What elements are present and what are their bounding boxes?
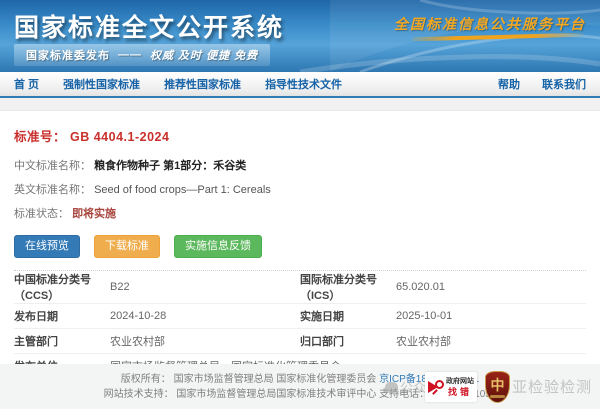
cn-name-line: 中文标准名称： 粮食作物种子 第1部分：禾谷类 (14, 159, 586, 174)
page: 国家标准全文公开系统 国家标准委发布 —— 权威 及时 便捷 免费 全国标准信息… (0, 0, 600, 409)
table-row: 中国标准分类号（CCS） B22 国际标准分类号（ICS） 65.020.01 (14, 271, 586, 304)
implement-date-label: 实施日期 (300, 308, 396, 324)
implement-date-value: 2025-10-01 (396, 310, 586, 322)
main-navigation: 首 页 强制性国家标准 推荐性国家标准 指导性技术文件 帮助 联系我们 (0, 72, 600, 98)
shield-band (490, 395, 505, 398)
status-label: 标准状态： (14, 208, 69, 220)
brand-watermark-text: 亚检验检测 (512, 380, 592, 395)
implementation-feedback-button[interactable]: 实施信息反馈 (174, 235, 262, 258)
shield-emblem: 中 (490, 378, 504, 393)
nav-item-guidance-documents[interactable]: 指导性技术文件 (265, 76, 342, 92)
competent-dept-label: 主管部门 (14, 333, 110, 349)
sub-nav-strip (0, 98, 600, 111)
chat-bubble-icon (385, 382, 398, 393)
standard-number-value: GB 4404.1-2024 (70, 130, 169, 144)
standard-detail-panel: 标准号： GB 4404.1-2024 中文标准名称： 粮食作物种子 第1部分：… (0, 111, 600, 404)
centralized-dept-value: 农业农村部 (396, 333, 586, 349)
platform-name: 全国标准信息公共服务平台 (394, 14, 586, 34)
ics-value: 65.020.01 (396, 281, 586, 293)
ics-label: 国际标准分类号（ICS） (300, 271, 396, 303)
publish-date-value: 2024-10-28 (110, 310, 300, 322)
footer-logos: 公众号 政府网站 找错 中 亚检验检测 (385, 366, 592, 408)
nav-item-home[interactable]: 首 页 (14, 76, 39, 92)
nav-item-help[interactable]: 帮助 (498, 76, 520, 92)
en-name-value: Seed of food crops—Part 1: Cereals (94, 184, 271, 196)
action-buttons: 在线预览 下载标准 实施信息反馈 (14, 235, 586, 258)
subtitle-slogan: 权威 及时 便捷 免费 (150, 47, 258, 63)
subtitle-dash: —— (118, 49, 142, 61)
table-row: 发布日期 2024-10-28 实施日期 2025-10-01 (14, 304, 586, 329)
site-title: 国家标准全文公开系统 (14, 8, 284, 44)
site-subtitle: 国家标准委发布 —— 权威 及时 便捷 免费 (14, 44, 270, 66)
competent-dept-value: 农业农村部 (110, 333, 300, 349)
subtitle-publisher: 国家标准委发布 (26, 47, 110, 63)
online-preview-button[interactable]: 在线预览 (14, 235, 80, 258)
cn-name-value: 粮食作物种子 第1部分：禾谷类 (94, 160, 246, 172)
gov-site-text: 政府网站 (446, 377, 474, 387)
ccs-value: B22 (110, 281, 300, 293)
standard-number-label: 标准号： (14, 130, 66, 144)
gov-logo-texts: 政府网站 找错 (446, 377, 474, 397)
certification-shield-badge: 中 (485, 371, 510, 403)
en-name-line: 英文标准名称： Seed of food crops—Part 1: Cerea… (14, 183, 586, 198)
standard-number-line: 标准号： GB 4404.1-2024 (14, 111, 586, 145)
site-banner: 国家标准全文公开系统 国家标准委发布 —— 权威 及时 便捷 免费 全国标准信息… (0, 0, 600, 72)
nav-item-contact-us[interactable]: 联系我们 (542, 76, 586, 92)
cn-name-label: 中文标准名称： (14, 160, 91, 172)
status-badge: 即将实施 (72, 208, 116, 220)
download-standard-button[interactable]: 下载标准 (94, 235, 160, 258)
nav-item-mandatory-standards[interactable]: 强制性国家标准 (63, 76, 140, 92)
en-name-label: 英文标准名称： (14, 184, 91, 196)
copyright-text: 版权所有： 国家市场监督管理总局 国家标准化管理委员会 (121, 374, 379, 385)
find-error-text: 找错 (446, 387, 474, 397)
centralized-dept-label: 归口部门 (300, 333, 396, 349)
status-line: 标准状态： 即将实施 (14, 207, 586, 222)
publish-date-label: 发布日期 (14, 308, 110, 324)
page-footer: 版权所有： 国家市场监督管理总局 国家标准化管理委员会 京ICP备1802238… (0, 364, 600, 409)
magnifier-flag-icon (428, 379, 444, 395)
nav-item-recommended-standards[interactable]: 推荐性国家标准 (164, 76, 241, 92)
ccs-label: 中国标准分类号（CCS） (14, 271, 110, 303)
table-row: 主管部门 农业农村部 归口部门 农业农村部 (14, 329, 586, 354)
gov-site-error-report-logo[interactable]: 政府网站 找错 (425, 372, 477, 402)
